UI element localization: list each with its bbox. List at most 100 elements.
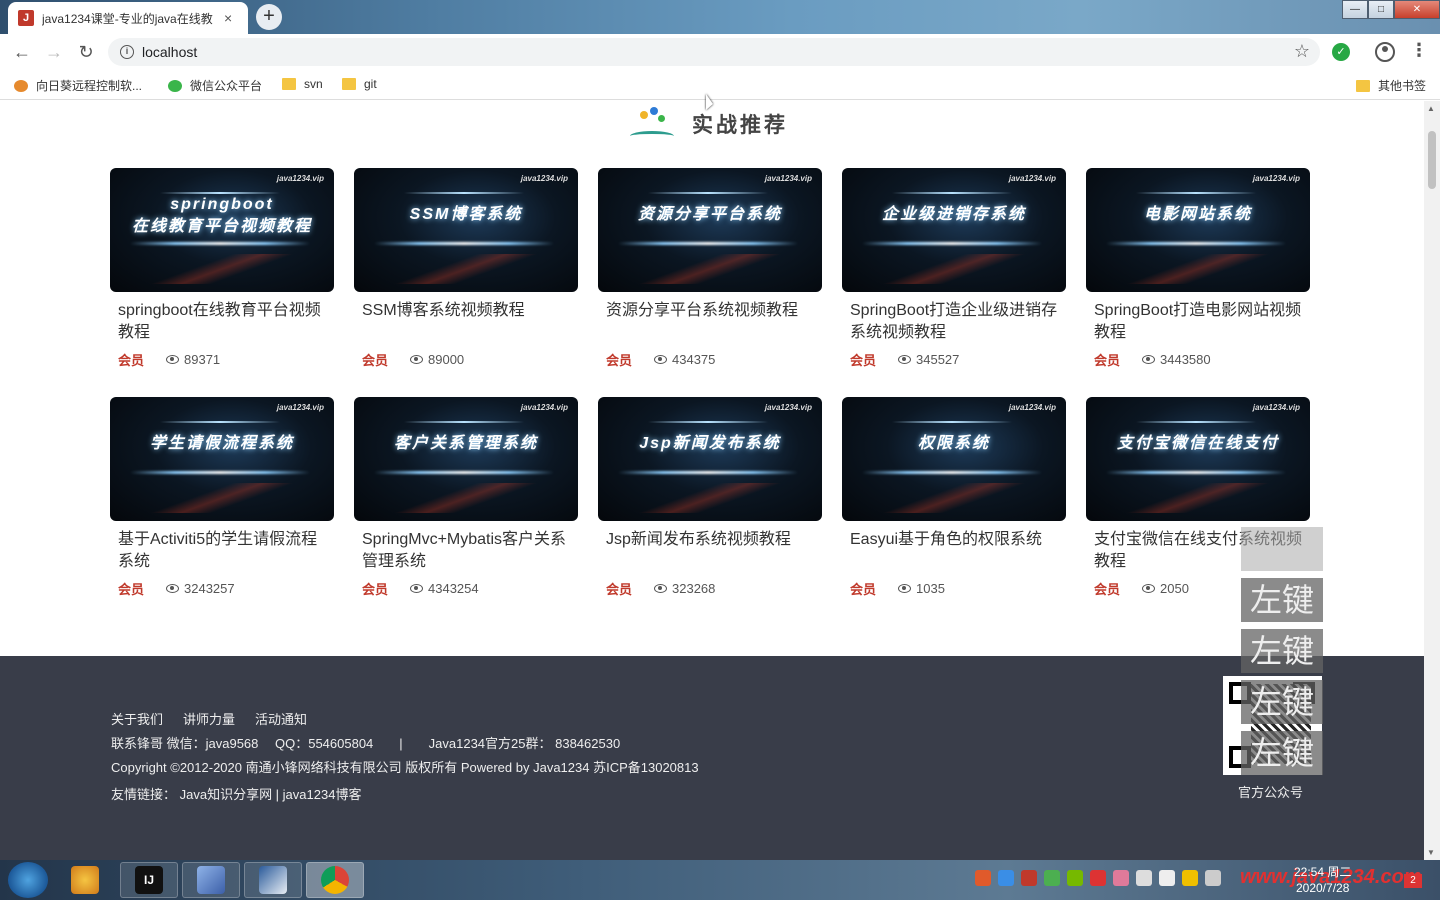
course-card[interactable]: java1234.vip SSM博客系统 SSM博客系统视频教程 会员 89000 [354, 168, 578, 369]
course-thumbnail[interactable]: java1234.vip 支付宝微信在线支付 [1086, 397, 1310, 521]
course-thumbnail[interactable]: java1234.vip SSM博客系统 [354, 168, 578, 292]
course-thumbnail[interactable]: java1234.vip 学生请假流程系统 [110, 397, 334, 521]
course-card[interactable]: java1234.vip 企业级进销存系统 SpringBoot打造企业级进销存系统… [842, 168, 1066, 369]
footer: 关于我们 讲师力量 活动通知 联系锋哥 微信：java9568 QQ：55460… [0, 656, 1424, 860]
course-thumbnail[interactable]: java1234.vip springboot 在线教育平台视频教程 [110, 168, 334, 292]
course-thumbnail[interactable]: java1234.vip 资源分享平台系统 [598, 168, 822, 292]
wps-icon[interactable] [1090, 870, 1106, 886]
maximize-button[interactable]: □ [1368, 0, 1394, 19]
member-badge: 会员 [850, 582, 877, 597]
course-card[interactable]: java1234.vip Jsp新闻发布系统 Jsp新闻发布系统视频教程 会员 3232… [598, 397, 822, 598]
footer-friend-links[interactable]: 友情链接： Java知识分享网 | java1234博客 [111, 784, 361, 803]
nvidia-icon[interactable] [1067, 870, 1083, 886]
course-card[interactable]: java1234.vip springboot 在线教育平台视频教程 springbo… [110, 168, 334, 369]
browser-menu-icon[interactable]: ⋮ [1410, 40, 1428, 61]
taskbar-app-intellij[interactable]: IJ [120, 862, 178, 898]
scroll-down-icon[interactable]: ▼ [1427, 848, 1435, 857]
bookmark-star-icon[interactable]: ☆ [1294, 41, 1310, 62]
bookmark-item[interactable]: 微信公众平台 [168, 77, 262, 94]
address-bar[interactable]: i localhost ☆ [108, 38, 1320, 66]
flower-icon[interactable] [1113, 870, 1129, 886]
system-clock[interactable]: 22:54 周二 2020/7/28 [1294, 864, 1351, 896]
course-title[interactable]: SpringBoot打造电影网站视频教程 [1086, 300, 1310, 344]
taskbar-app-chrome[interactable] [306, 862, 364, 898]
course-card[interactable]: java1234.vip 权限系统 Easyui基于角色的权限系统会员 1035 [842, 397, 1066, 598]
course-title[interactable]: 资源分享平台系统视频教程 [598, 300, 822, 344]
course-card[interactable]: java1234.vip 资源分享平台系统 资源分享平台系统视频教程 会员 434375 [598, 168, 822, 369]
volume-icon[interactable] [1205, 870, 1221, 886]
box-icon[interactable] [998, 870, 1014, 886]
taskbar-app-sunflower[interactable] [56, 862, 114, 898]
view-count: 434375 [672, 352, 716, 367]
course-title[interactable]: Jsp新闻发布系统视频教程 [598, 529, 822, 573]
notification-bell-icon[interactable] [1159, 870, 1175, 886]
course-meta: 会员 3243257 [110, 579, 334, 598]
course-card[interactable]: java1234.vip 客户关系管理系统 SpringMvc+Mybatis客户关… [354, 397, 578, 598]
eye-icon [166, 355, 180, 364]
course-title[interactable]: Easyui基于角色的权限系统 [842, 529, 1066, 573]
footer-link-teachers[interactable]: 讲师力量 [183, 709, 235, 728]
close-window-button[interactable]: ✕ [1394, 0, 1440, 19]
course-thumbnail[interactable]: java1234.vip 企业级进销存系统 [842, 168, 1066, 292]
bookmark-item[interactable]: svn [282, 77, 323, 91]
site-info-icon[interactable]: i [120, 45, 134, 59]
input-method-icon[interactable] [1021, 870, 1037, 886]
forward-icon[interactable]: → [42, 40, 66, 64]
window-controls: — □ ✕ [1342, 0, 1440, 19]
tab-close-icon[interactable]: × [224, 10, 232, 26]
view-count: 3443580 [1160, 352, 1211, 367]
view-count: 2050 [1160, 581, 1189, 596]
footer-link-events[interactable]: 活动通知 [255, 709, 307, 728]
taskbar-app-seamonkey[interactable] [182, 862, 240, 898]
folder-icon [282, 78, 296, 90]
reload-icon[interactable]: ↻ [74, 40, 98, 64]
course-card[interactable]: java1234.vip 学生请假流程系统基于Activiti5的学生请假流程系统… [110, 397, 334, 598]
other-bookmarks[interactable]: 其他书签 [1356, 77, 1426, 94]
course-title[interactable]: SpringBoot打造企业级进销存系统视频教程 [842, 300, 1066, 344]
notification-count-badge[interactable]: 2 [1404, 874, 1422, 888]
course-title[interactable]: SpringMvc+Mybatis客户关系管理系统 [354, 529, 578, 573]
eye-icon [1142, 584, 1156, 593]
browser-tab[interactable]: J java1234课堂-专业的java在线教 × [8, 2, 248, 34]
mouse-hint-overlay: 左键 [1241, 680, 1323, 724]
scroll-up-icon[interactable]: ▲ [1427, 104, 1435, 113]
course-meta: 会员 1035 [842, 579, 1066, 598]
bookmark-item[interactable]: git [342, 77, 377, 91]
back-icon[interactable]: ← [10, 40, 34, 64]
extension-icon[interactable]: ✓ [1332, 43, 1350, 61]
minimize-button[interactable]: — [1342, 0, 1368, 19]
new-tab-button[interactable]: + [256, 4, 282, 30]
course-thumbnail[interactable]: java1234.vip 权限系统 [842, 397, 1066, 521]
thumbnail-watermark: java1234.vip [1252, 403, 1300, 412]
view-count: 89371 [184, 352, 221, 367]
bookmark-item[interactable]: 向日葵远程控制软... [14, 77, 142, 94]
start-button[interactable] [8, 862, 48, 898]
thumbnail-text: 权限系统 [917, 435, 990, 452]
course-thumbnail[interactable]: java1234.vip 电影网站系统 [1086, 168, 1310, 292]
course-title[interactable]: 基于Activiti5的学生请假流程系统 [110, 529, 334, 573]
taskbar-app-navicat[interactable] [244, 862, 302, 898]
qr-caption: 官方公众号 [1238, 785, 1304, 800]
course-title[interactable]: springboot在线教育平台视频教程 [110, 300, 334, 344]
member-badge: 会员 [118, 353, 145, 368]
profile-icon[interactable] [1375, 42, 1395, 62]
page-scrollbar[interactable]: ▲ ▼ [1424, 101, 1440, 860]
app-tray-icon[interactable] [1182, 870, 1198, 886]
shield-icon[interactable] [1044, 870, 1060, 886]
footer-link-about[interactable]: 关于我们 [111, 709, 163, 728]
footer-copyright: Copyright ©2012-2020 南通小锋网络科技有限公司 版权所有 P… [111, 760, 699, 775]
sogou-icon[interactable] [975, 870, 991, 886]
member-badge: 会员 [1094, 582, 1121, 597]
course-card[interactable]: java1234.vip 电影网站系统 SpringBoot打造电影网站视频教程 会员… [1086, 168, 1310, 369]
course-thumbnail[interactable]: java1234.vip 客户关系管理系统 [354, 397, 578, 521]
url-text[interactable]: localhost [142, 44, 197, 60]
thumbnail-watermark: java1234.vip [764, 174, 812, 183]
thumbnail-text: 客户关系管理系统 [393, 435, 538, 452]
page-content: 实战推荐 java1234.vip springboot 在线教育平台视频教程 spr… [0, 101, 1424, 860]
scrollbar-thumb[interactable] [1428, 131, 1436, 189]
course-thumbnail[interactable]: java1234.vip Jsp新闻发布系统 [598, 397, 822, 521]
thumbnail-watermark: java1234.vip [276, 403, 324, 412]
mouse-hint-overlay [1241, 527, 1323, 571]
network-icon[interactable] [1136, 870, 1152, 886]
course-title[interactable]: SSM博客系统视频教程 [354, 300, 578, 344]
